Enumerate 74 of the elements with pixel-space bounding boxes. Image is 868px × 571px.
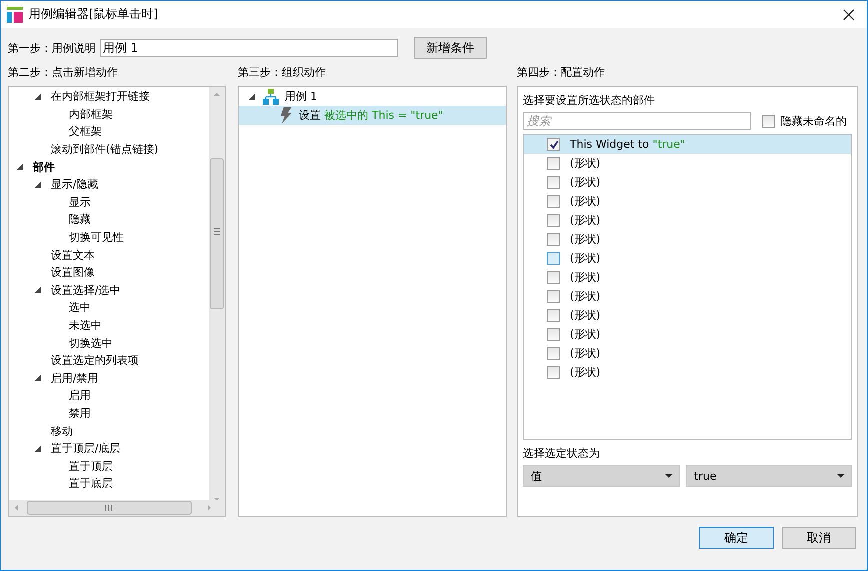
action-item[interactable]: 禁用 xyxy=(69,406,91,421)
action-item[interactable]: 显示 xyxy=(69,194,91,210)
dropdown[interactable]: true xyxy=(686,465,852,487)
app-icon xyxy=(7,6,23,22)
step-label: 第四步：配置动作 xyxy=(517,65,606,80)
widget-item[interactable]: (形状) xyxy=(570,289,601,304)
checkbox[interactable] xyxy=(547,290,560,303)
category-item[interactable]: 部件 xyxy=(33,160,55,175)
action-item[interactable]: 置于顶层/底层 xyxy=(51,441,121,456)
widget-item[interactable]: (形状) xyxy=(570,175,601,190)
widget-item[interactable]: (形状) xyxy=(570,194,601,209)
checkbox[interactable] xyxy=(547,328,560,341)
step-label: 第二步：点击新增动作 xyxy=(8,65,119,80)
case-item[interactable]: 用例 1 xyxy=(285,89,318,104)
action-item[interactable]: 启用 xyxy=(69,388,91,404)
window-title: 用例编辑器[鼠标单击时] xyxy=(29,6,160,23)
widget-item[interactable]: (形状) xyxy=(570,270,601,285)
ok-button[interactable]: 确定 xyxy=(699,527,774,549)
dropdown[interactable]: 值 xyxy=(523,465,680,487)
checkbox-label: 隐藏未命名的 xyxy=(781,114,847,128)
lightning-icon xyxy=(279,107,293,124)
widget-item[interactable]: (形状) xyxy=(570,346,601,361)
action-text: 设置 被选中的 This = "true" xyxy=(299,108,444,123)
widget-item[interactable]: (形状) xyxy=(570,251,601,266)
checkbox[interactable] xyxy=(547,233,560,246)
widget-item[interactable]: (形状) xyxy=(570,213,601,228)
action-item[interactable]: 置于顶层 xyxy=(69,458,113,474)
widget-item[interactable]: (形状) xyxy=(570,156,601,171)
action-item[interactable]: 隐藏 xyxy=(69,212,91,228)
checkbox[interactable] xyxy=(547,157,560,170)
checkbox[interactable] xyxy=(547,366,560,379)
action-item[interactable]: 移动 xyxy=(51,424,73,439)
widget-item[interactable]: (形状) xyxy=(570,327,601,342)
action-item[interactable]: 在内部框架打开链接 xyxy=(51,89,150,104)
section-label: 选择选定状态为 xyxy=(523,446,601,461)
step-label: 第三步：组织动作 xyxy=(238,65,327,80)
close-icon xyxy=(843,8,855,20)
action-item[interactable]: 设置文本 xyxy=(51,248,95,263)
case-name-field[interactable]: 用例 1 xyxy=(100,39,398,57)
action-row[interactable]: 设置 被选中的 This = "true" xyxy=(239,106,506,125)
check-icon xyxy=(548,140,558,150)
action-item[interactable]: 内部框架 xyxy=(69,106,113,122)
cancel-button[interactable]: 取消 xyxy=(782,527,856,549)
checkbox[interactable] xyxy=(547,347,560,360)
checkbox[interactable] xyxy=(547,195,560,208)
action-item[interactable]: 设置图像 xyxy=(51,265,95,280)
action-item[interactable]: 设置选择/选中 xyxy=(51,282,121,298)
action-item[interactable]: 置于底层 xyxy=(69,476,113,492)
action-item[interactable]: 设置选定的列表项 xyxy=(51,353,139,368)
action-item[interactable]: 切换选中 xyxy=(69,336,113,351)
step-label: 第一步：用例说明 xyxy=(8,40,96,56)
case-icon xyxy=(263,88,279,104)
widget-item[interactable]: (形状) xyxy=(570,232,601,247)
widget-item[interactable]: (形状) xyxy=(570,365,601,380)
action-item[interactable]: 未选中 xyxy=(69,318,102,334)
action-item[interactable]: 启用/禁用 xyxy=(51,370,99,386)
checkbox[interactable] xyxy=(547,176,560,189)
caret-icon xyxy=(837,474,845,478)
action-item[interactable]: 显示/隐藏 xyxy=(51,177,99,192)
checkbox[interactable] xyxy=(547,309,560,322)
widget-item[interactable]: (形状) xyxy=(570,308,601,323)
checkbox[interactable] xyxy=(762,114,775,128)
checkbox[interactable] xyxy=(547,138,560,151)
action-item[interactable]: 选中 xyxy=(69,300,91,316)
action-item[interactable]: 切换可见性 xyxy=(69,230,124,246)
action-item[interactable]: 滚动到部件(锚点链接) xyxy=(51,142,159,158)
checkbox[interactable] xyxy=(547,252,560,265)
search-field[interactable]: 搜索 xyxy=(523,112,751,130)
action-item[interactable]: 父框架 xyxy=(69,124,102,140)
section-label: 选择要设置所选状态的部件 xyxy=(523,93,656,108)
add-condition-button[interactable]: 新增条件 xyxy=(414,37,487,59)
caret-icon xyxy=(665,474,674,478)
checkbox[interactable] xyxy=(547,271,560,284)
checkbox[interactable] xyxy=(547,214,560,227)
